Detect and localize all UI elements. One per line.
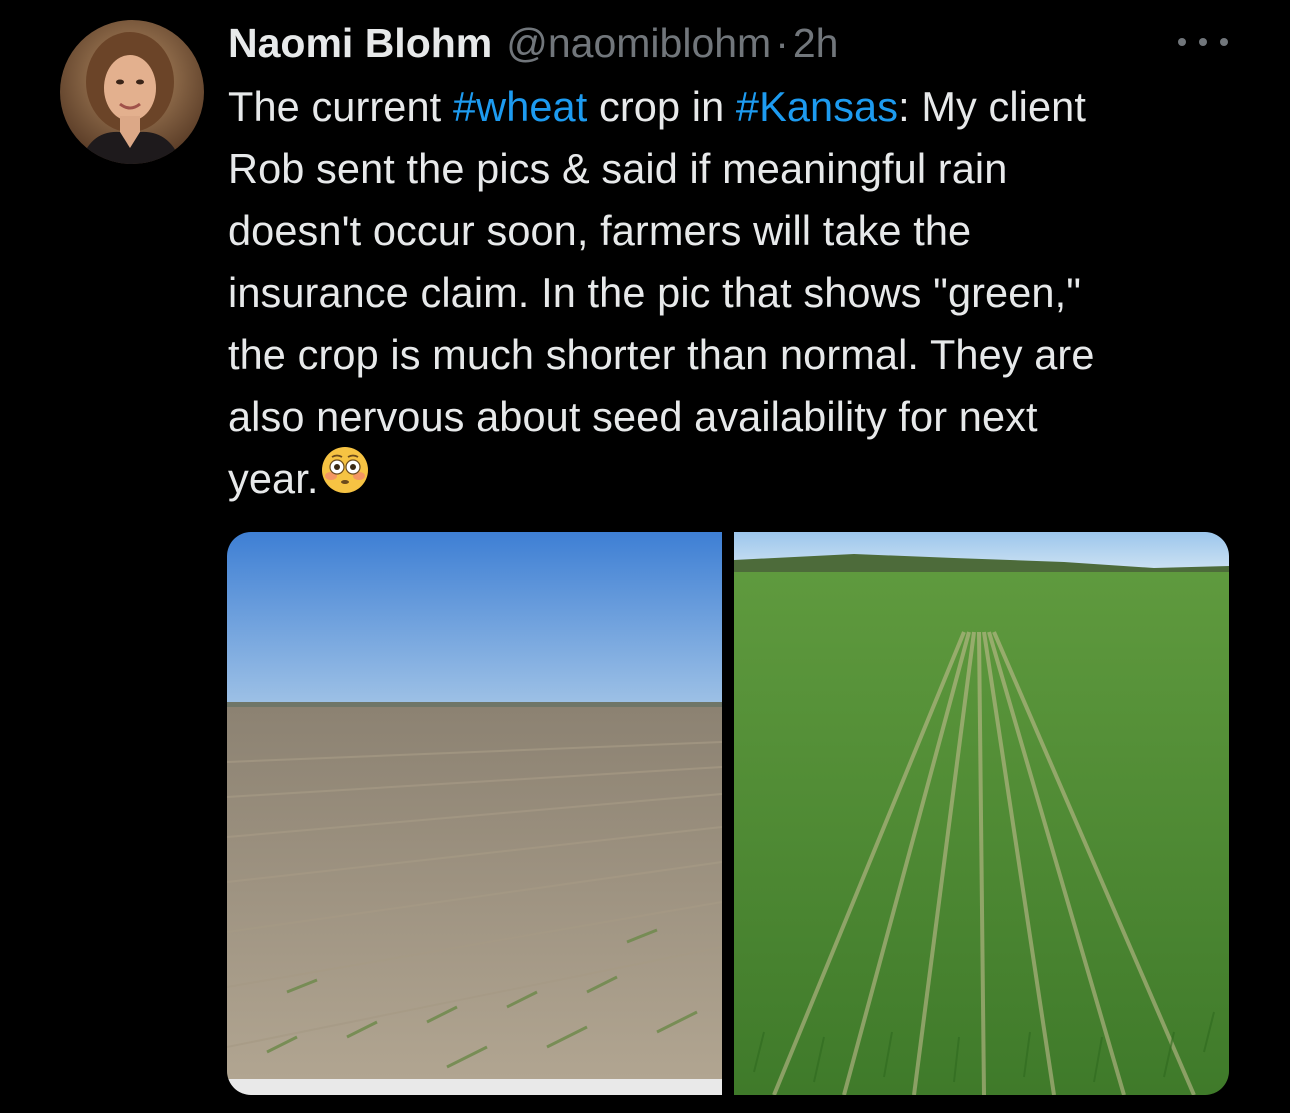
dot <box>1178 38 1186 46</box>
more-options-icon[interactable] <box>1178 30 1228 54</box>
hashtag-wheat[interactable]: #wheat <box>453 83 587 130</box>
media-grid <box>227 532 1229 1095</box>
photo-edge <box>227 1079 722 1095</box>
tweet-text: The current #wheat crop in #Kansas: My c… <box>228 76 1238 510</box>
hashtag-kansas[interactable]: #Kansas <box>736 83 898 130</box>
text-segment: crop in <box>587 83 736 130</box>
tweet-line: insurance claim. In the pic that shows "… <box>228 269 1082 316</box>
tweet-line: Rob sent the pics & said if meaningful r… <box>228 145 1008 192</box>
avatar[interactable] <box>60 20 204 164</box>
tweet-header: Naomi Blohm @naomiblohm · 2h <box>228 18 838 68</box>
text-segment: The current <box>228 83 453 130</box>
dry-wheat-field-photo[interactable] <box>227 532 722 1095</box>
timestamp[interactable]: 2h <box>793 18 839 68</box>
tweet-line: also nervous about seed availability for… <box>228 393 1038 440</box>
tweet-line: The current #wheat crop in #Kansas: My c… <box>228 76 1238 138</box>
tweet-line: the crop is much shorter than normal. Th… <box>228 331 1095 378</box>
separator: · <box>775 20 789 66</box>
tweet-line: doesn't occur soon, farmers will take th… <box>228 207 972 254</box>
dot <box>1199 38 1207 46</box>
tweet-line: year. <box>228 445 1238 512</box>
green-wheat-field-photo[interactable] <box>734 532 1229 1095</box>
flushed-face-emoji <box>320 445 370 512</box>
tweet[interactable]: Naomi Blohm @naomiblohm · 2h The current… <box>0 0 1290 1113</box>
display-name[interactable]: Naomi Blohm <box>228 18 492 68</box>
text-segment: year. <box>228 455 319 502</box>
profile-photo <box>60 20 204 164</box>
text-segment: : My client <box>898 83 1086 130</box>
dot <box>1220 38 1228 46</box>
user-handle[interactable]: @naomiblohm <box>506 18 771 68</box>
